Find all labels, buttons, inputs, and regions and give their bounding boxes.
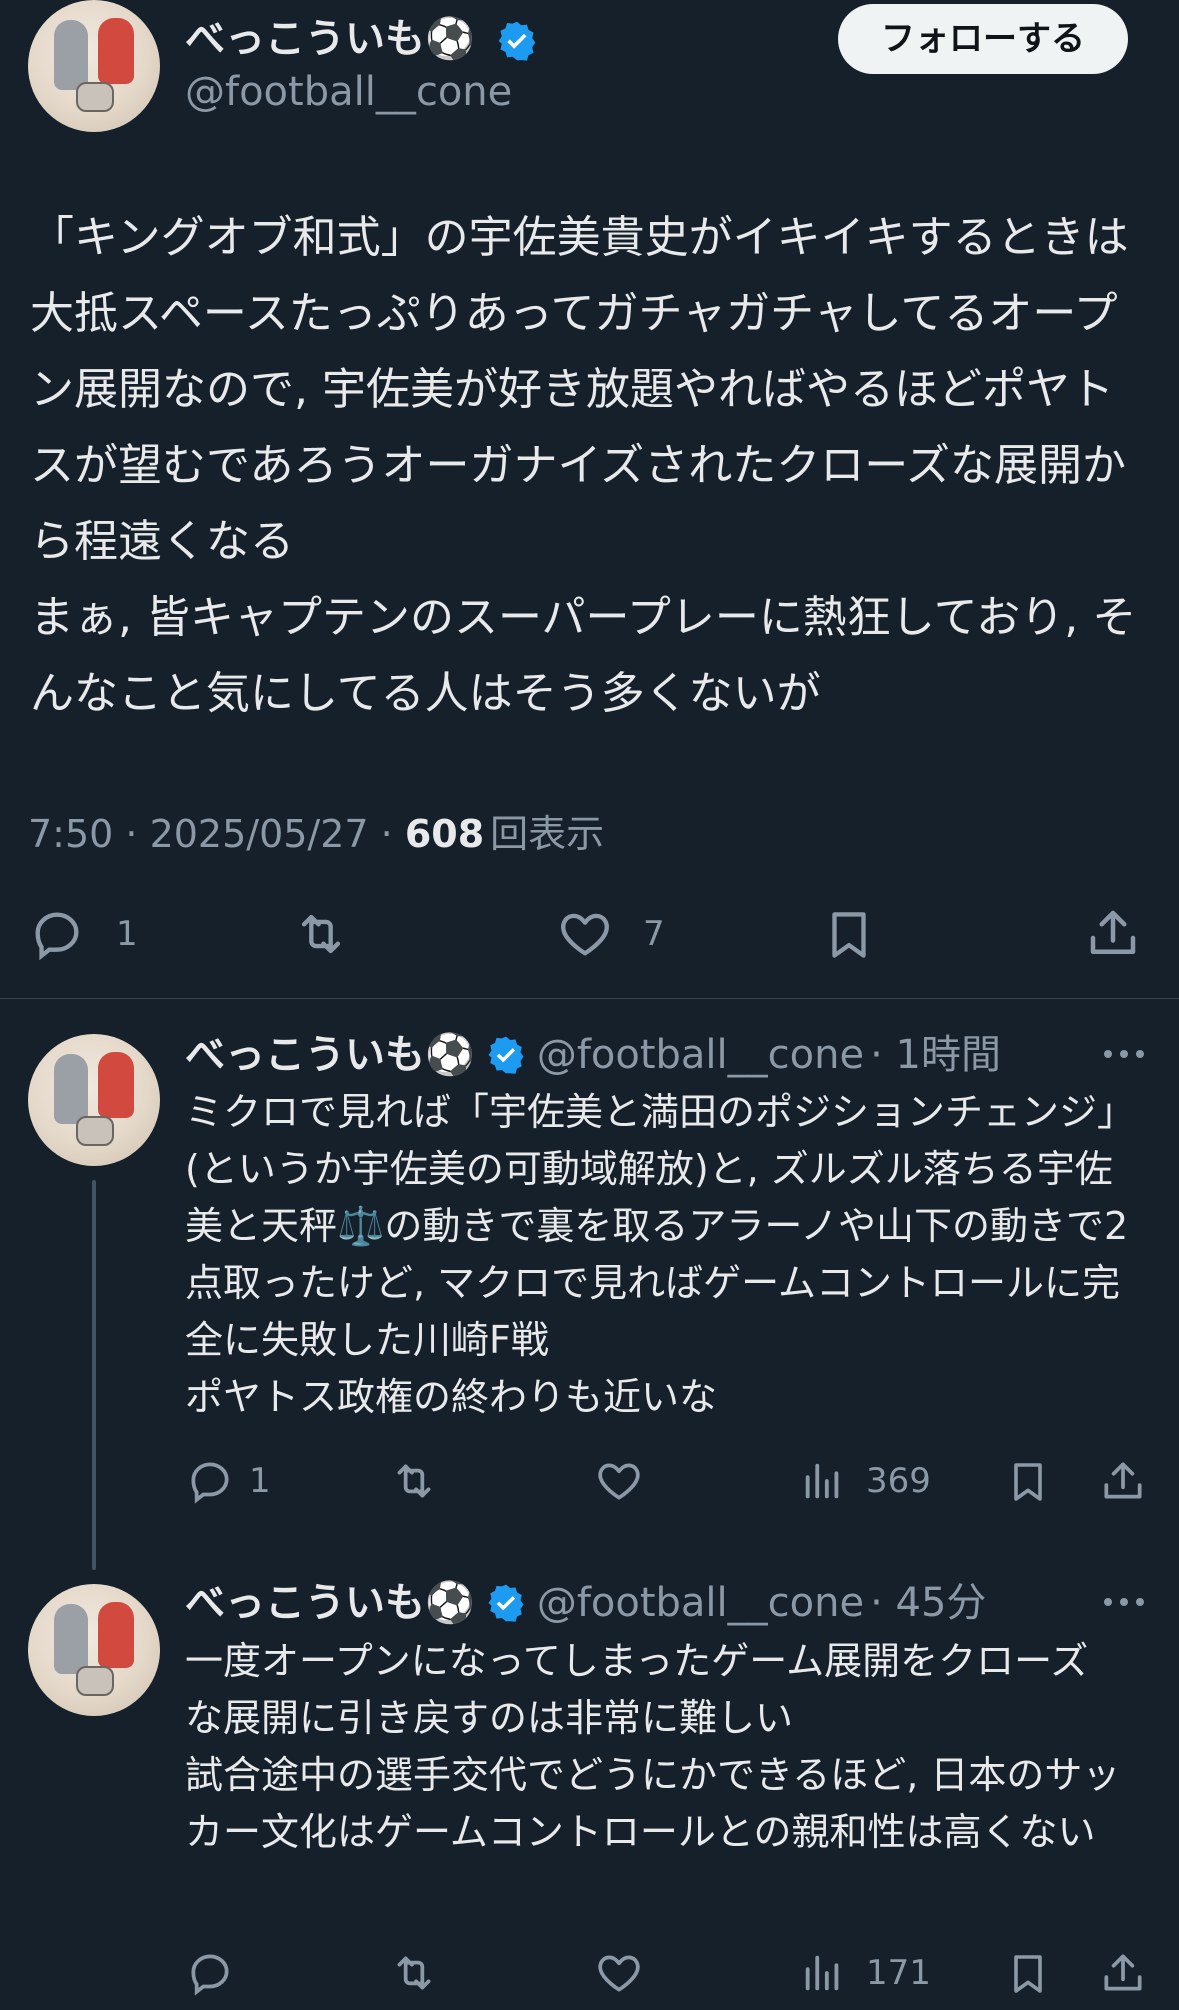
avatar-figure <box>76 1666 114 1696</box>
reply-count: 1 <box>116 914 138 954</box>
heart-icon <box>594 1456 644 1506</box>
like-button[interactable]: 7 <box>555 905 665 963</box>
retweet-button[interactable] <box>388 1456 440 1506</box>
view-count-label: 回表示 <box>490 812 605 856</box>
share-icon <box>1098 1455 1148 1507</box>
handle[interactable]: @football__cone <box>537 1028 864 1082</box>
bookmark-button[interactable] <box>820 905 878 965</box>
avatar-figure <box>76 82 114 112</box>
display-name[interactable]: べっこういも⚽️ <box>185 1028 475 1082</box>
share-icon <box>1098 1947 1148 1999</box>
reply-icon <box>28 905 86 963</box>
display-name[interactable]: べっこういも⚽️ <box>185 1576 475 1630</box>
avatar-figure <box>54 20 88 90</box>
reply-header: べっこういも⚽️ @football__cone · 1時間 <box>185 1028 1001 1082</box>
more-options-icon[interactable] <box>1100 1588 1148 1616</box>
share-button[interactable] <box>1098 1947 1148 1999</box>
reply-body: 一度オープンになってしまったゲーム展開をクローズな展開に引き戻すのは非常に難しい… <box>185 1639 1121 1854</box>
bookmark-icon <box>820 905 878 965</box>
avatar-figure <box>54 1054 88 1124</box>
reply-count: 1 <box>249 1461 271 1501</box>
avatar[interactable] <box>28 1034 160 1166</box>
follow-button[interactable]: フォローする <box>838 4 1128 74</box>
views-chart-icon <box>800 1456 846 1506</box>
bookmark-button[interactable] <box>1004 1948 1052 2000</box>
handle[interactable]: @football__cone <box>185 66 512 118</box>
avatar-figure <box>76 1116 114 1146</box>
reply-body: ミクロで見れば「宇佐美と満田のポジションチェンジ」(というか宇佐美の可動域解放)… <box>185 1090 1136 1419</box>
bookmark-icon <box>1004 1948 1052 2000</box>
share-button[interactable] <box>1098 1455 1148 1507</box>
tweet-meta: 7:50 · 2025/05/27 · 608 回表示 <box>28 808 604 860</box>
views-chart-icon <box>800 1948 846 1998</box>
tweet-timestamp[interactable]: 7:50 · 2025/05/27 · <box>28 812 405 856</box>
tweet-body: 「キングオブ和式」の宇佐美貴史がイキイキするときは大抵スペースたっぷりあってガチ… <box>30 212 1137 719</box>
reply-button[interactable] <box>185 1948 235 1998</box>
verified-badge-icon <box>485 1582 527 1624</box>
views-button[interactable]: 171 <box>800 1948 931 1998</box>
handle[interactable]: @football__cone <box>537 1576 864 1630</box>
heart-icon <box>594 1948 644 1998</box>
like-button[interactable] <box>594 1948 644 1998</box>
divider <box>0 998 1179 999</box>
like-button[interactable] <box>594 1456 644 1506</box>
reply-time[interactable]: · 1時間 <box>870 1028 1001 1082</box>
retweet-icon <box>388 1456 440 1506</box>
avatar[interactable] <box>28 0 160 132</box>
retweet-icon <box>388 1948 440 1998</box>
retweet-button[interactable] <box>290 905 352 963</box>
avatar[interactable] <box>28 1584 160 1716</box>
share-button[interactable] <box>1083 903 1143 963</box>
more-options-icon[interactable] <box>1100 1040 1148 1068</box>
reply-button[interactable]: 1 <box>28 905 138 963</box>
display-name-text: べっこういも⚽️ <box>185 16 475 62</box>
bookmark-icon <box>1004 1456 1052 1508</box>
views-count: 171 <box>866 1953 931 1993</box>
verified-badge-icon <box>485 1034 527 1076</box>
avatar-figure <box>98 18 134 84</box>
bookmark-button[interactable] <box>1004 1456 1052 1508</box>
reply-header: べっこういも⚽️ @football__cone · 45分 <box>185 1576 986 1630</box>
views-button[interactable]: 369 <box>800 1456 931 1506</box>
reply-time[interactable]: · 45分 <box>870 1576 986 1630</box>
retweet-button[interactable] <box>388 1948 440 1998</box>
reply-icon <box>185 1456 235 1506</box>
retweet-icon <box>290 905 352 963</box>
heart-icon <box>555 905 615 963</box>
reply-button[interactable]: 1 <box>185 1456 271 1506</box>
views-count: 369 <box>866 1461 931 1501</box>
like-count: 7 <box>643 914 665 954</box>
avatar-figure <box>98 1602 134 1668</box>
avatar-figure <box>54 1604 88 1674</box>
thread-connector-line <box>92 1180 96 1570</box>
display-name[interactable]: べっこういも⚽️ <box>185 14 539 64</box>
view-count: 608 <box>404 812 485 856</box>
verified-badge-icon <box>495 19 539 63</box>
reply-icon <box>185 1948 235 1998</box>
avatar-figure <box>98 1052 134 1118</box>
share-icon <box>1083 903 1143 963</box>
